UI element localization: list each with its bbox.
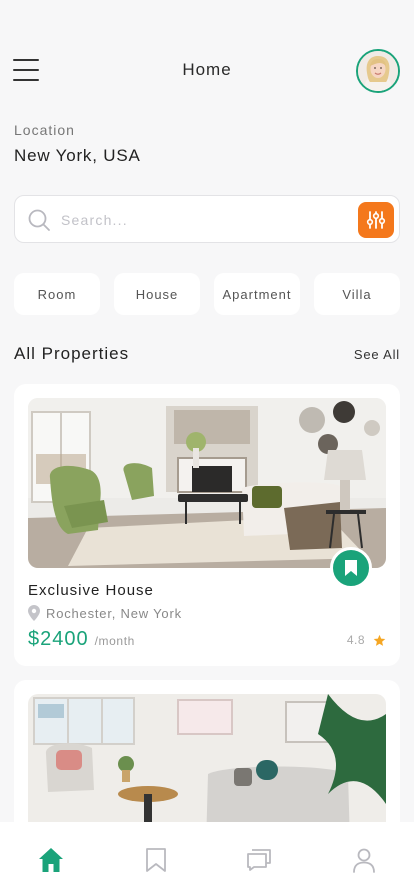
section-title: All Properties <box>14 344 130 363</box>
price-value: $2400 <box>28 628 89 650</box>
filter-button[interactable] <box>358 202 394 238</box>
tab-saved[interactable] <box>142 846 170 874</box>
bookmark-icon <box>146 848 166 872</box>
home-icon <box>39 848 63 872</box>
tab-profile[interactable] <box>350 846 378 874</box>
user-avatar-icon <box>358 51 398 91</box>
see-all-link[interactable]: See All <box>354 347 400 362</box>
bottom-tab-bar <box>0 822 414 896</box>
search-icon <box>28 209 50 231</box>
price-unit: /month <box>94 634 135 648</box>
profile-icon <box>353 848 375 873</box>
chip-villa[interactable]: Villa <box>314 273 400 315</box>
tab-home[interactable] <box>37 846 65 874</box>
location-pin-icon <box>28 605 40 621</box>
top-bar: Home <box>0 40 414 100</box>
property-location: Rochester, New York <box>28 605 182 621</box>
rating-value: 4.8 <box>346 633 365 647</box>
location-value[interactable]: New York, USA <box>14 146 141 166</box>
bookmark-icon <box>345 560 357 576</box>
page-title: Home <box>182 60 232 79</box>
chip-apartment[interactable]: Apartment <box>214 273 300 315</box>
tab-messages[interactable] <box>245 846 273 874</box>
property-card[interactable]: Exclusive House Rochester, New York $240… <box>14 384 400 666</box>
property-image <box>28 398 386 568</box>
property-price: $2400 /month <box>28 628 135 651</box>
property-rating: 4.8 <box>347 633 386 647</box>
property-location-text: Rochester, New York <box>46 605 182 621</box>
star-icon <box>373 634 386 646</box>
property-name: Exclusive House <box>28 582 154 599</box>
sliders-icon <box>366 211 386 229</box>
search-bar <box>14 195 400 243</box>
chip-room[interactable]: Room <box>14 273 100 315</box>
chat-icon <box>247 849 271 871</box>
category-chips: Room House Apartment Villa <box>14 273 400 315</box>
bookmark-button[interactable] <box>330 547 372 589</box>
search-input[interactable] <box>61 208 341 232</box>
location-label: Location <box>14 122 75 138</box>
chip-house[interactable]: House <box>114 273 200 315</box>
avatar[interactable] <box>356 49 400 93</box>
